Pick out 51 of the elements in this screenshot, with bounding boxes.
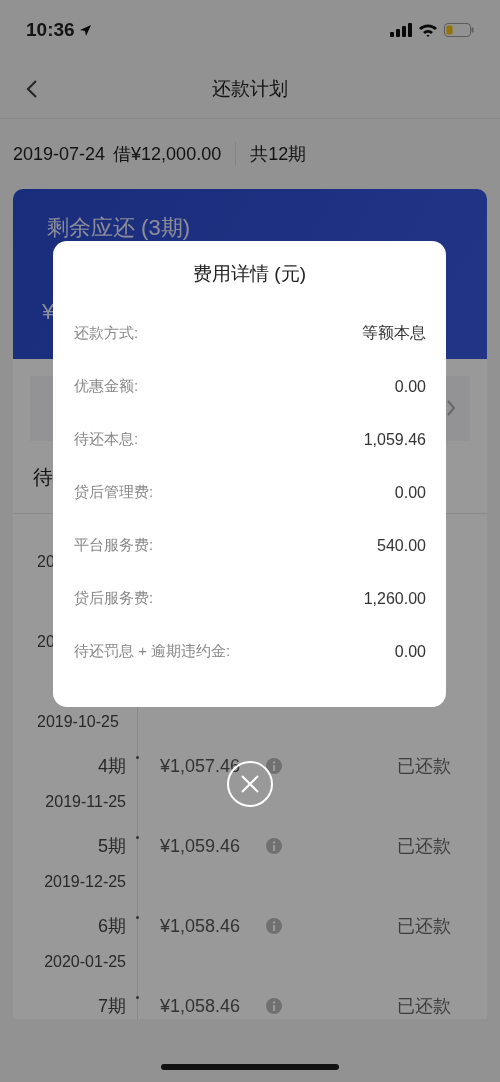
- chevron-right-icon: [446, 400, 456, 416]
- card-title: 剩余应还 (3期): [47, 214, 191, 242]
- fee-value: 0.00: [394, 377, 426, 396]
- due-date: 2019-11-25: [45, 792, 126, 812]
- card-amount: ¥: [42, 299, 55, 325]
- fee-label: 待还罚息 + 逾期违约金:: [74, 642, 231, 661]
- battery-icon: [444, 23, 474, 37]
- loan-term: 共12期: [250, 143, 307, 166]
- due-date: 2019-12-25: [44, 872, 126, 892]
- location-arrow-icon: [78, 23, 92, 37]
- due-date: 2020-01-25: [44, 952, 126, 972]
- payment-status: 已还款: [397, 755, 451, 778]
- period-label: 6期: [98, 915, 126, 938]
- wifi-icon: [418, 23, 438, 37]
- fee-value: 等额本息: [362, 323, 426, 343]
- due-date: 2019-10-25: [37, 712, 119, 732]
- timeline-dot: [136, 996, 139, 999]
- payment-status: 已还款: [397, 835, 451, 858]
- fee-value: 0.00: [394, 483, 426, 502]
- loan-amount: 借¥12,000.00: [113, 143, 222, 166]
- back-icon[interactable]: [26, 80, 38, 98]
- period-label: 5期: [98, 835, 126, 858]
- dialog-title: 费用详情 (元): [193, 262, 306, 286]
- fee-label: 还款方式:: [74, 324, 139, 343]
- period-label: 7期: [98, 995, 126, 1018]
- fee-label: 贷后服务费:: [74, 589, 154, 608]
- close-icon: [240, 774, 260, 794]
- timeline-dot: [136, 916, 139, 919]
- fee-label: 优惠金额:: [74, 377, 139, 396]
- loan-date: 2019-07-24: [13, 143, 106, 165]
- fee-value: 1,260.00: [363, 589, 426, 608]
- installment-amount: ¥1,058.46: [160, 915, 242, 937]
- timeline-dot: [136, 756, 139, 759]
- period-label: 4期: [98, 755, 126, 778]
- installment-amount: ¥1,059.46: [160, 835, 242, 857]
- fee-value: 1,059.46: [363, 430, 426, 449]
- payment-status: 已还款: [397, 915, 451, 938]
- signal-icon: [390, 23, 412, 37]
- fee-label: 待还本息:: [74, 430, 139, 449]
- info-icon[interactable]: [266, 758, 282, 774]
- status-time: 10:36: [26, 19, 75, 41]
- fee-label: 平台服务费:: [74, 536, 154, 555]
- installment-amount: ¥1,058.46: [160, 995, 242, 1017]
- fee-value: 0.00: [394, 642, 426, 661]
- fee-label: 贷后管理费:: [74, 483, 154, 502]
- fee-value: 540.00: [377, 536, 426, 555]
- timeline-dot: [136, 836, 139, 839]
- page-title: 还款计划: [212, 77, 288, 101]
- schedule-heading: 待: [33, 464, 53, 490]
- payment-status: 已还款: [397, 995, 451, 1018]
- installment-amount: ¥1,057.46: [160, 755, 242, 777]
